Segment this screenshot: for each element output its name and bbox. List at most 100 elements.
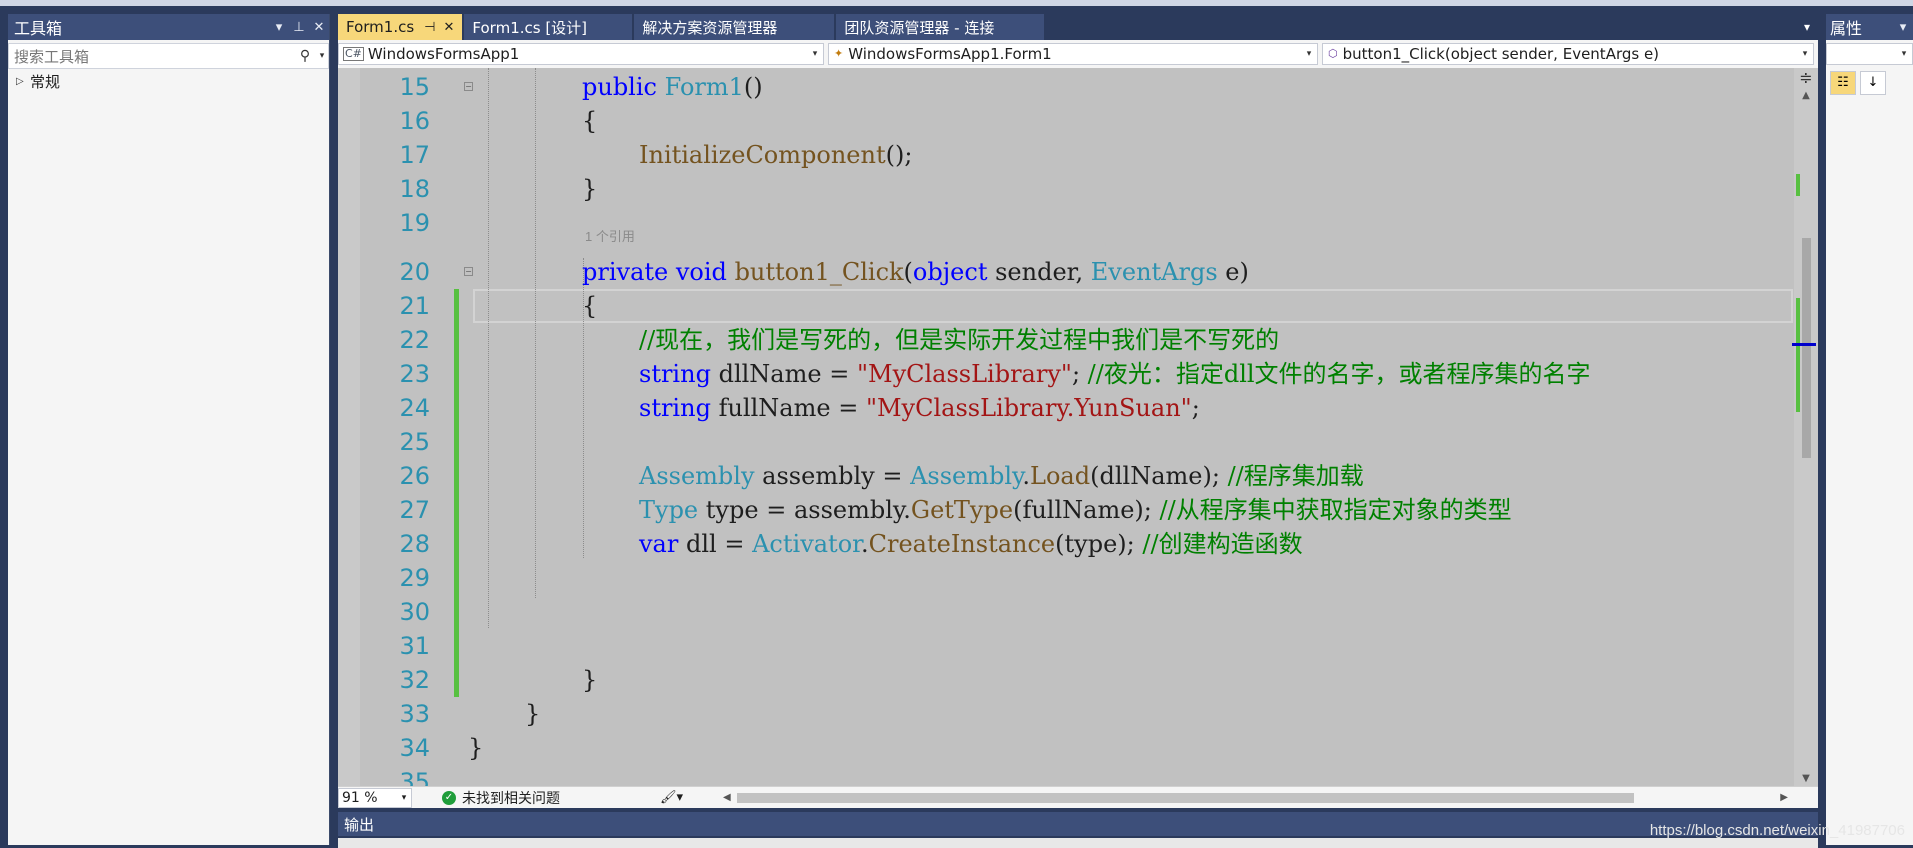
code-line[interactable]: 33} [338,697,1793,731]
line-number: 15 [399,73,430,101]
scroll-thumb[interactable] [1802,238,1811,458]
chevron-down-icon[interactable]: ▾ [807,49,823,59]
code-line[interactable]: 25 [338,425,1793,459]
tab-label: 解决方案资源管理器 [642,18,778,37]
line-number: 35 [399,768,430,786]
chevron-down-icon[interactable]: ▾ [1301,49,1317,59]
output-panel-body [338,838,1818,848]
line-number: 21 [399,292,430,320]
search-icon[interactable]: ⚲ [294,48,316,64]
line-number: 23 [399,360,430,388]
code-line[interactable]: 17 InitializeComponent(); [338,138,1793,172]
chevron-down-icon[interactable]: ▾ [397,793,411,803]
code-text: string fullName = "MyClassLibrary.YunSua… [639,394,1200,422]
change-indicator [454,663,459,697]
alphabetical-icon[interactable]: ↓ [1860,71,1886,95]
output-panel-title: 输出 [338,812,1818,836]
code-line[interactable]: 20 − private void button1_Click(object sen… [338,255,1793,289]
code-line[interactable]: 23 string dllName = "MyClassLibrary"; //夜… [338,357,1793,391]
expand-icon[interactable]: ▷ [16,76,30,87]
tab-label: Form1.cs [346,18,415,36]
line-number: 24 [399,394,430,422]
pin-icon[interactable]: ⊣ [424,20,435,35]
code-line[interactable]: 22 //现在，我们是写死的，但是实际开发过程中我们是不写死的 [338,323,1793,357]
pin-icon[interactable]: ⊥ [289,20,309,35]
collapse-icon[interactable]: − [464,267,473,276]
scroll-down-icon[interactable]: ▼ [1794,773,1818,784]
class-dropdown[interactable]: ✦ WindowsFormsApp1.Form1 ▾ [828,43,1318,65]
line-number: 26 [399,462,430,490]
member-dropdown[interactable]: ⬡ button1_Click(object sender, EventArgs… [1322,43,1814,65]
tab-list-dropdown-icon[interactable]: ▾ [1804,20,1810,34]
issues-indicator[interactable]: ✓ 未找到相关问题 [442,788,560,808]
code-line[interactable]: 19 [338,206,1793,240]
code-line[interactable]: 29 [338,561,1793,595]
watermark-text: https://blog.csdn.net/weixin_41987706 [1649,822,1905,839]
tab-label: Form1.cs [设计] [472,18,588,37]
tab-form1-design[interactable]: Form1.cs [设计] [464,14,633,40]
line-number: 28 [399,530,430,558]
line-number: 19 [399,209,430,237]
member-value: button1_Click(object sender, EventArgs e… [1342,45,1660,63]
properties-object-dropdown[interactable]: ▾ [1826,43,1913,65]
code-text: Assembly assembly = Assembly.Load(dllNam… [639,462,1364,490]
zoom-dropdown[interactable]: 91 % ▾ [338,787,412,808]
line-number: 30 [399,598,430,626]
toolbox-title-bar: 工具箱 ▾ ⊥ ✕ [8,14,329,40]
chevron-down-icon[interactable]: ▾ [1797,49,1813,59]
code-line[interactable]: 32} [338,663,1793,697]
toolbox-group-label: 常规 [30,72,61,91]
code-text: var dll = Activator.CreateInstance(type)… [639,530,1303,558]
scroll-thumb-horizontal[interactable] [736,792,1635,803]
code-line[interactable]: 18} [338,172,1793,206]
collapse-icon[interactable]: − [464,82,473,91]
categorized-icon[interactable]: ☷ [1830,71,1856,95]
chevron-down-icon[interactable]: ▾ [1896,49,1912,59]
dropdown-icon[interactable]: ▾ [269,20,289,35]
line-number: 20 [399,258,430,286]
split-window-icon[interactable]: ≑ [1794,68,1818,90]
tab-solution-explorer[interactable]: 解决方案资源管理器 [634,14,835,40]
check-icon: ✓ [442,790,456,805]
scroll-up-icon[interactable]: ▲ [1794,90,1818,101]
scroll-left-icon[interactable]: ◀ [723,792,731,803]
code-line[interactable]: 34} [338,731,1793,765]
scroll-right-icon[interactable]: ▶ [1780,792,1788,803]
code-line[interactable]: 16 { [338,104,1793,138]
code-line[interactable]: 24 string fullName = "MyClassLibrary.YunS… [338,391,1793,425]
tab-team-explorer[interactable]: 团队资源管理器 - 连接 [836,14,1045,40]
toolbox-search-input[interactable]: 搜索工具箱 ⚲ ▾ [8,43,329,69]
code-text: //现在，我们是写死的，但是实际开发过程中我们是不写死的 [639,326,1280,354]
code-line[interactable]: 15 − public Form1() [338,70,1793,104]
navigation-bar: C# WindowsFormsApp1 ▾ ✦ WindowsFormsApp1… [338,40,1818,68]
code-line[interactable]: 27 Type type = assembly.GetType(fullName)… [338,493,1793,527]
code-editor[interactable]: ≑ ▲ ▼ 1 个引用 15− public Form1() 16{17 Initial… [338,68,1818,786]
horizontal-scrollbar[interactable]: ◀ ▶ [723,791,1818,805]
close-icon[interactable]: ✕ [444,20,455,35]
close-icon[interactable]: ✕ [309,20,329,35]
change-indicator [454,289,459,323]
code-line[interactable]: 35 [338,765,1793,786]
caret-marker [1792,343,1816,346]
editor-status-bar: 91 % ▾ ✓ 未找到相关问题 🖌▾ ◀ ▶ [338,786,1818,808]
tab-form1-cs[interactable]: Form1.cs ⊣ ✕ [338,14,463,40]
toolbox-panel: 工具箱 ▾ ⊥ ✕ 搜索工具箱 ⚲ ▾ ▷ 常规 [8,14,330,845]
code-text: public Form1() [582,73,763,101]
code-text: string dllName = "MyClassLibrary"; //夜光：… [639,360,1591,388]
code-line[interactable]: 31 [338,629,1793,663]
chevron-down-icon[interactable]: ▾ [316,51,328,61]
change-indicator [454,493,459,527]
code-line[interactable]: 30 [338,595,1793,629]
code-line[interactable]: 21 { [338,289,1793,323]
toolbox-title: 工具箱 [14,19,63,38]
code-line[interactable]: 28 var dll = Activator.CreateInstance(typ… [338,527,1793,561]
code-cleanup-icon[interactable]: 🖌▾ [660,790,683,805]
code-text: } [525,700,541,728]
vertical-scrollbar[interactable]: ≑ ▲ ▼ [1792,68,1818,786]
properties-title: 属性 [1830,19,1863,38]
code-text: Type type = assembly.GetType(fullName); … [639,496,1512,524]
dropdown-icon[interactable]: ▾ [1893,20,1913,35]
project-dropdown[interactable]: C# WindowsFormsApp1 ▾ [338,43,824,65]
toolbox-group-general[interactable]: ▷ 常规 [8,69,329,93]
code-line[interactable]: 26 Assembly assembly = Assembly.Load(dllN… [338,459,1793,493]
